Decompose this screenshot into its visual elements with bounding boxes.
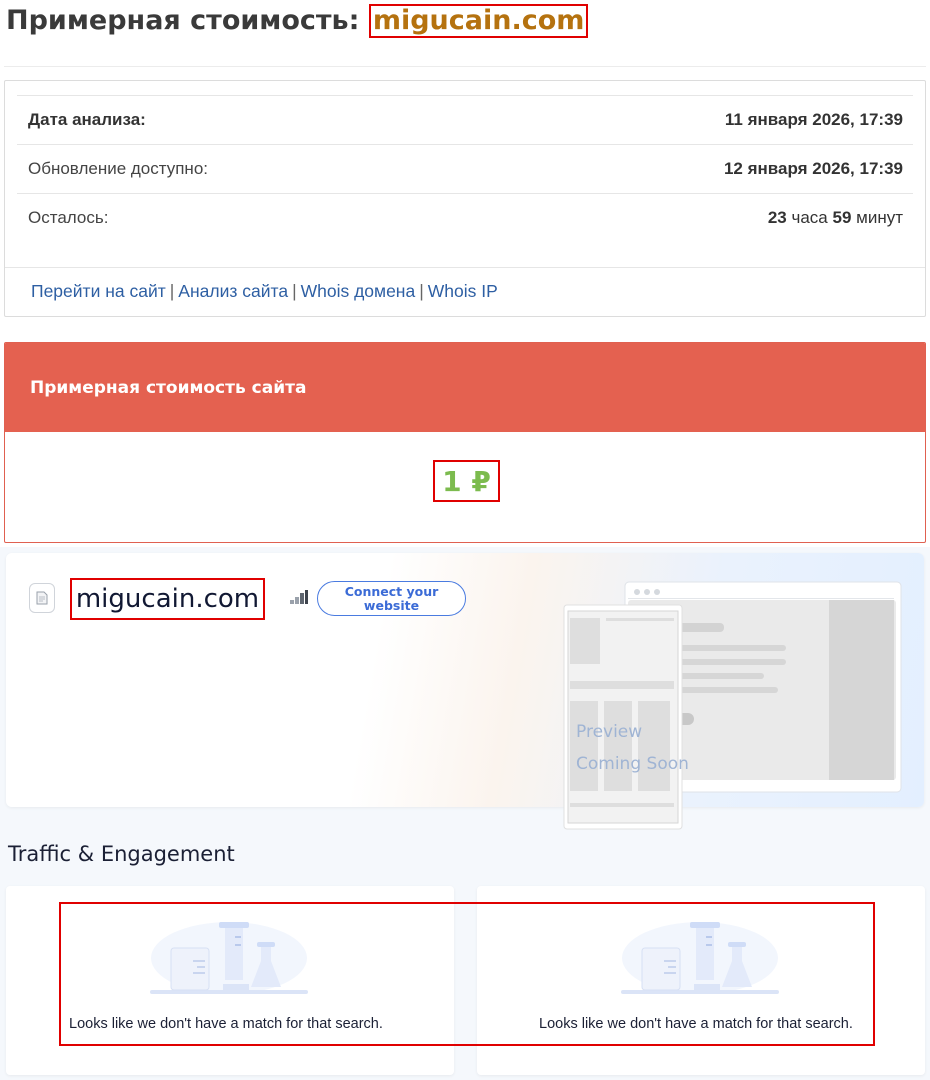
preview-text-line-1: Preview <box>576 722 642 742</box>
card-divider <box>5 267 925 268</box>
page-title: Примерная стоимость: migucain.com <box>6 4 589 40</box>
info-row-update-available: Обновление доступно: 12 января 2026, 17:… <box>17 144 913 193</box>
link-whois-ip[interactable]: Whois IP <box>428 281 498 301</box>
preview-mockup-image: Preview Coming Soon <box>563 581 902 830</box>
title-divider <box>4 66 926 67</box>
page-title-domain: migucain.com <box>368 4 589 38</box>
page-title-prefix: Примерная стоимость: <box>6 5 360 36</box>
analysis-info-card: Дата анализа: 11 января 2026, 17:39 Обно… <box>4 80 926 317</box>
site-links: Перейти на сайт | Анализ сайта | Whois домен… <box>31 281 498 302</box>
time-left-value: 23 часа 59 минут <box>768 208 903 228</box>
time-left-hours: 23 <box>767 208 787 227</box>
update-available-value: 12 января 2026, 17:39 <box>723 159 903 178</box>
info-row-analysis-date: Дата анализа: 11 января 2026, 17:39 <box>17 95 913 144</box>
analysis-date-label: Дата анализа: <box>28 110 146 129</box>
analysis-date-value: 11 января 2026, 17:39 <box>724 110 903 129</box>
link-site-analysis[interactable]: Анализ сайта <box>178 281 288 301</box>
site-cost-card: Примерная стоимость сайта 1 ₽ <box>4 342 926 543</box>
site-overview-card: migucain.com Connect your website Previe… <box>6 553 924 830</box>
no-match-message: Looks like we don't have a match for tha… <box>539 1016 853 1032</box>
connect-website-button[interactable]: Connect your website <box>317 581 466 616</box>
empty-state-lab-icon <box>621 922 779 994</box>
site-cost-value: 1 ₽ <box>433 460 500 502</box>
time-left-minutes-unit: минут <box>856 208 903 227</box>
traffic-engagement-title: Traffic & Engagement <box>8 842 235 866</box>
update-available-label: Обновление доступно: <box>28 159 209 178</box>
time-left-minutes: 59 <box>832 208 852 227</box>
site-name: migucain.com <box>70 578 265 620</box>
traffic-panel-left: Looks like we don't have a match for tha… <box>6 886 454 1075</box>
site-cost-heading: Примерная стоимость сайта <box>5 343 925 432</box>
link-separator: | <box>169 281 175 301</box>
link-go-to-site[interactable]: Перейти на сайт <box>31 281 166 301</box>
no-match-message: Looks like we don't have a match for tha… <box>69 1016 383 1032</box>
link-separator: | <box>292 281 297 301</box>
preview-text-line-2: Coming Soon <box>576 754 689 774</box>
link-whois-domain[interactable]: Whois домена <box>301 281 416 301</box>
time-left-hours-unit: часа <box>791 208 828 227</box>
time-left-label: Осталось: <box>28 208 109 227</box>
info-row-time-left: Осталось: 23 часа 59 минут <box>17 193 913 242</box>
empty-state-lab-icon <box>150 922 308 994</box>
traffic-panel-right: Looks like we don't have a match for tha… <box>477 886 925 1075</box>
similarweb-section: migucain.com Connect your website Previe… <box>0 547 930 1080</box>
link-separator: | <box>419 281 424 301</box>
rank-bars-icon <box>290 590 308 604</box>
favicon-placeholder-icon <box>29 583 55 613</box>
